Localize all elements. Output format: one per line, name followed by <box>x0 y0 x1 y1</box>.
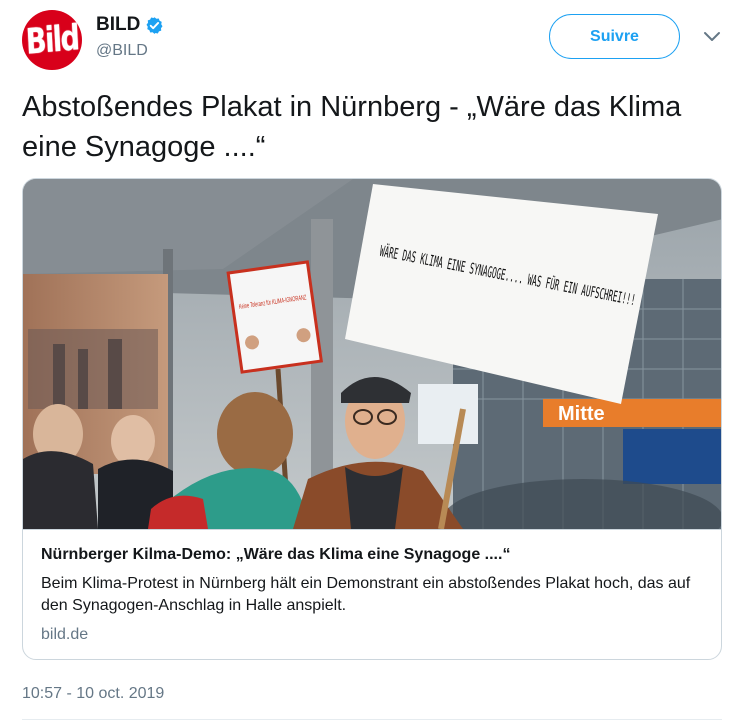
card-body[interactable]: Nürnberger Kilma-Demo: „Wäre das Klima e… <box>23 529 721 659</box>
card-title: Nürnberger Kilma-Demo: „Wäre das Klima e… <box>41 546 511 563</box>
divider <box>22 719 722 720</box>
card-domain: bild.de <box>41 626 89 643</box>
link-card[interactable]: Mitte Keine Toleranz für KLIMA-IGNORANZ <box>22 178 722 660</box>
avatar[interactable]: Bild <box>22 10 82 70</box>
building-sign-text: Mitte <box>558 403 605 425</box>
account-handle[interactable]: @BILD <box>96 42 164 60</box>
avatar-logo-text: Bild <box>24 17 80 63</box>
card-description: Beim Klima-Protest in Nürnberg hält ein … <box>41 575 691 614</box>
tweet-text: Abstoßendes Plakat in Nürnberg - „Wäre d… <box>22 91 682 163</box>
display-name[interactable]: BILD <box>96 14 140 36</box>
account-names[interactable]: BILD @BILD <box>96 14 164 60</box>
chevron-down-icon[interactable] <box>702 30 722 44</box>
card-photo[interactable]: Mitte Keine Toleranz für KLIMA-IGNORANZ <box>23 179 722 529</box>
tweet-timestamp[interactable]: 10:57 - 10 oct. 2019 <box>22 685 164 703</box>
tweet-header: Bild BILD @BILD Suivre <box>22 10 724 72</box>
verified-badge-icon <box>146 16 163 34</box>
follow-button[interactable]: Suivre <box>549 14 680 59</box>
